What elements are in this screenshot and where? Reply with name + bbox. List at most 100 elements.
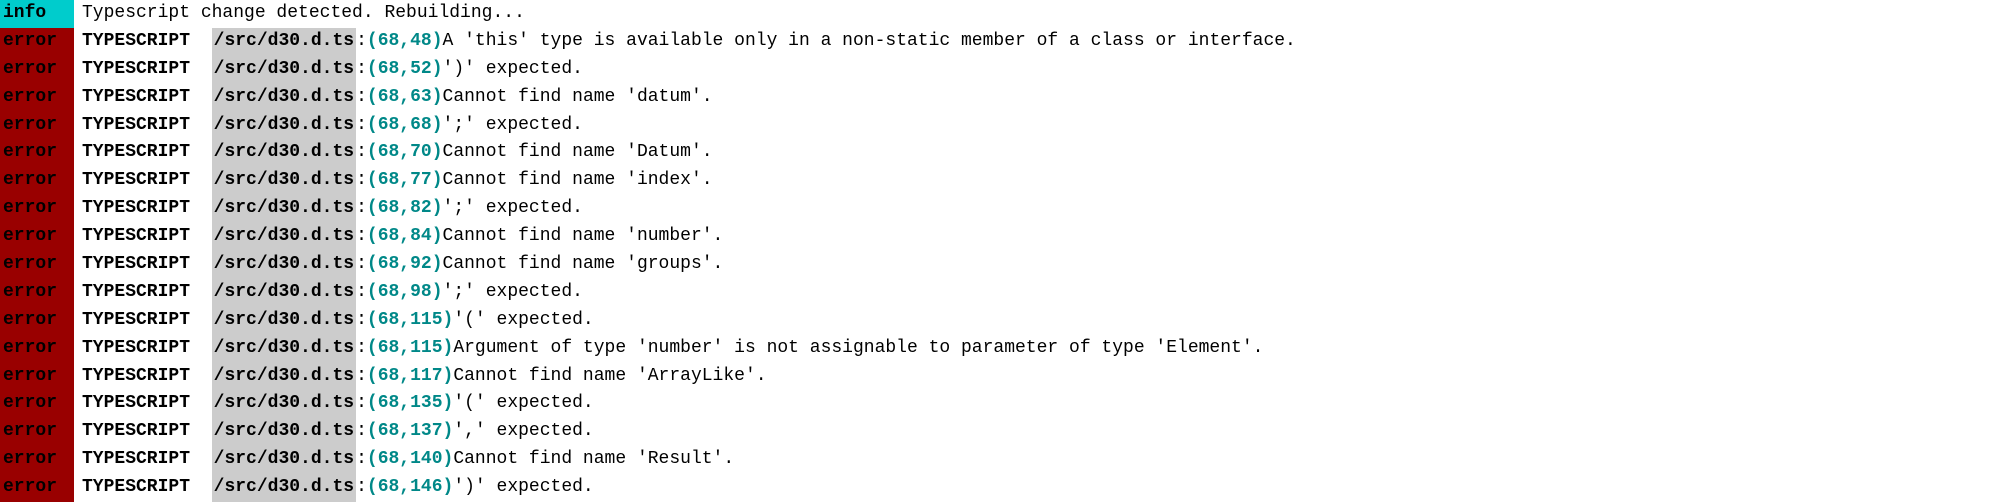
- error-location: (68,92): [367, 251, 443, 279]
- info-message: Typescript change detected. Rebuilding..…: [82, 0, 525, 28]
- separator-colon: :: [356, 279, 367, 307]
- error-location: (68,63): [367, 84, 443, 112]
- log-error-line: errorTYPESCRIPT /src/d30.d.ts : (68,63) …: [0, 84, 2010, 112]
- error-badge: error: [0, 112, 74, 140]
- file-path: /src/d30.d.ts: [212, 335, 356, 363]
- typescript-label: TYPESCRIPT: [82, 418, 190, 446]
- file-path: /src/d30.d.ts: [212, 307, 356, 335]
- log-error-line: errorTYPESCRIPT /src/d30.d.ts : (68,115)…: [0, 307, 2010, 335]
- error-location: (68,84): [367, 223, 443, 251]
- error-message: ';' expected.: [443, 279, 583, 307]
- log-error-line: errorTYPESCRIPT /src/d30.d.ts : (68,52) …: [0, 56, 2010, 84]
- error-badge: error: [0, 56, 74, 84]
- log-error-line: errorTYPESCRIPT /src/d30.d.ts : (68,84) …: [0, 223, 2010, 251]
- log-error-line: errorTYPESCRIPT /src/d30.d.ts : (68,68) …: [0, 112, 2010, 140]
- log-error-line: errorTYPESCRIPT /src/d30.d.ts : (68,115)…: [0, 335, 2010, 363]
- separator-colon: :: [356, 307, 367, 335]
- separator-colon: :: [356, 28, 367, 56]
- log-error-line: errorTYPESCRIPT /src/d30.d.ts : (68,82) …: [0, 195, 2010, 223]
- separator-colon: :: [356, 251, 367, 279]
- typescript-label: TYPESCRIPT: [82, 390, 190, 418]
- file-path: /src/d30.d.ts: [212, 251, 356, 279]
- error-message: ')' expected.: [453, 474, 593, 502]
- typescript-label: TYPESCRIPT: [82, 112, 190, 140]
- error-badge: error: [0, 446, 74, 474]
- file-path: /src/d30.d.ts: [212, 84, 356, 112]
- typescript-label: TYPESCRIPT: [82, 139, 190, 167]
- error-location: (68,52): [367, 56, 443, 84]
- error-location: (68,135): [367, 390, 453, 418]
- error-badge: error: [0, 363, 74, 391]
- typescript-label: TYPESCRIPT: [82, 363, 190, 391]
- file-path: /src/d30.d.ts: [212, 139, 356, 167]
- error-location: (68,140): [367, 446, 453, 474]
- typescript-label: TYPESCRIPT: [82, 446, 190, 474]
- separator-colon: :: [356, 139, 367, 167]
- error-badge: error: [0, 195, 74, 223]
- typescript-label: TYPESCRIPT: [82, 84, 190, 112]
- error-badge: error: [0, 223, 74, 251]
- separator-colon: :: [356, 363, 367, 391]
- separator-colon: :: [356, 223, 367, 251]
- separator-colon: :: [356, 167, 367, 195]
- typescript-label: TYPESCRIPT: [82, 223, 190, 251]
- build-log: infoTypescript change detected. Rebuildi…: [0, 0, 2010, 502]
- error-message: ')' expected.: [443, 56, 583, 84]
- separator-colon: :: [356, 195, 367, 223]
- separator-colon: :: [356, 84, 367, 112]
- log-error-line: error TYPESCRIPT /src/d30.d.ts : (68,117)…: [0, 363, 2010, 391]
- error-location: (68,70): [367, 139, 443, 167]
- error-badge: error: [0, 28, 74, 56]
- error-message: A 'this' type is available only in a non…: [443, 28, 1296, 56]
- typescript-label: TYPESCRIPT: [82, 279, 190, 307]
- error-message: ';' expected.: [443, 195, 583, 223]
- file-path: /src/d30.d.ts: [212, 195, 356, 223]
- error-message: Cannot find name 'ArrayLike'.: [453, 363, 766, 391]
- file-path: /src/d30.d.ts: [212, 223, 356, 251]
- log-error-line: errorTYPESCRIPT /src/d30.d.ts : (68,135)…: [0, 390, 2010, 418]
- separator-colon: :: [356, 474, 367, 502]
- error-badge: error: [0, 335, 74, 363]
- error-location: (68,77): [367, 167, 443, 195]
- error-message: Cannot find name 'Result'.: [453, 446, 734, 474]
- log-error-line: errorTYPESCRIPT /src/d30.d.ts : (68,137)…: [0, 418, 2010, 446]
- error-location: (68,48): [367, 28, 443, 56]
- separator-colon: :: [356, 56, 367, 84]
- separator-colon: :: [356, 112, 367, 140]
- error-message: Argument of type 'number' is not assigna…: [453, 335, 1263, 363]
- file-path: /src/d30.d.ts: [212, 112, 356, 140]
- log-error-line: errorTYPESCRIPT /src/d30.d.ts : (68,92) …: [0, 251, 2010, 279]
- error-location: (68,115): [367, 335, 453, 363]
- file-path: /src/d30.d.ts: [212, 279, 356, 307]
- error-location: (68,117): [367, 363, 453, 391]
- file-path: /src/d30.d.ts: [212, 28, 356, 56]
- file-path: /src/d30.d.ts: [212, 167, 356, 195]
- separator-colon: :: [356, 390, 367, 418]
- typescript-label: TYPESCRIPT: [82, 56, 190, 84]
- error-location: (68,137): [367, 418, 453, 446]
- typescript-label: TYPESCRIPT: [82, 28, 190, 56]
- error-badge: error: [0, 139, 74, 167]
- separator-colon: :: [356, 418, 367, 446]
- log-info-line: infoTypescript change detected. Rebuildi…: [0, 0, 2010, 28]
- log-error-line: errorTYPESCRIPT /src/d30.d.ts : (68,77) …: [0, 167, 2010, 195]
- log-error-line: errorTYPESCRIPT /src/d30.d.ts : (68,48) …: [0, 28, 2010, 56]
- error-badge: error: [0, 84, 74, 112]
- error-badge: error: [0, 418, 74, 446]
- file-path: /src/d30.d.ts: [212, 363, 356, 391]
- error-location: (68,146): [367, 474, 453, 502]
- error-badge: error: [0, 251, 74, 279]
- error-message: Cannot find name 'Datum'.: [443, 139, 713, 167]
- error-badge: error: [0, 474, 74, 502]
- error-message: '(' expected.: [453, 390, 593, 418]
- error-location: (68,98): [367, 279, 443, 307]
- log-error-line: errorTYPESCRIPT /src/d30.d.ts : (68,140)…: [0, 446, 2010, 474]
- error-badge: error: [0, 307, 74, 335]
- error-badge: error: [0, 390, 74, 418]
- log-error-line: errorTYPESCRIPT /src/d30.d.ts : (68,98) …: [0, 279, 2010, 307]
- typescript-label: TYPESCRIPT: [82, 307, 190, 335]
- error-message: Cannot find name 'groups'.: [443, 251, 724, 279]
- typescript-label: TYPESCRIPT: [82, 195, 190, 223]
- error-badge: error: [0, 167, 74, 195]
- error-message: ',' expected.: [453, 418, 593, 446]
